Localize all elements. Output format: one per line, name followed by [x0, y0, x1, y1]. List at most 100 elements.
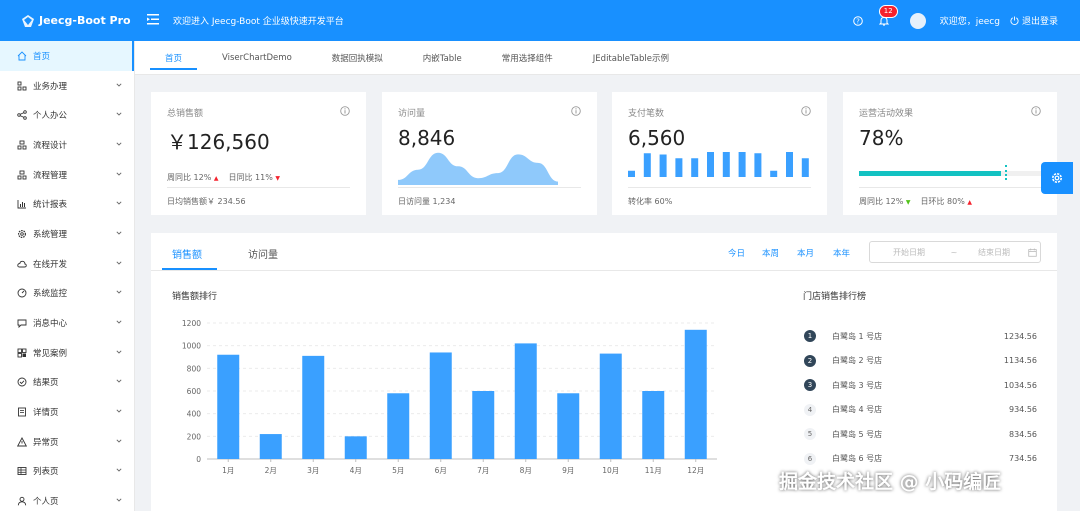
rank-store-value: 1134.56 [1003, 356, 1037, 365]
rank-number: 1 [804, 330, 816, 342]
sidebar-item-0[interactable]: 首页 [0, 41, 134, 71]
page-tab-4[interactable]: 常用选择组件 [487, 41, 568, 75]
progress-fill [859, 171, 1001, 176]
payments-title: 支付笔数 [628, 109, 665, 119]
x-tick-label: 3月 [307, 466, 319, 475]
user-greeting[interactable]: 欢迎您，jeecg [940, 14, 1000, 27]
rank-title: 门店销售排行榜 [803, 292, 867, 302]
sidebar-item-14[interactable]: 列表页 [0, 457, 134, 487]
page-tab-1[interactable]: ViserChartDemo [207, 41, 307, 75]
payment-bar [722, 152, 730, 177]
x-tick-label: 4月 [350, 466, 362, 475]
bar-7月[interactable] [472, 391, 495, 459]
avatar[interactable] [909, 12, 926, 29]
sidebar-item-10[interactable]: 常见案例 [0, 338, 134, 368]
chevron-down-icon [116, 229, 122, 239]
sidebar-item-13[interactable]: 异常页 [0, 427, 134, 457]
sidebar-item-3[interactable]: 流程设计 [0, 130, 134, 160]
bar-1月[interactable] [217, 354, 240, 459]
page-tabs: 首页 ViserChartDemo 数据回执模拟 内嵌Table 常用选择组件 JEdit… [135, 41, 1080, 75]
rank-store-value: 1034.56 [1003, 380, 1037, 390]
sidebar-item-15[interactable]: 个人页 [0, 486, 134, 511]
caret-down-icon: ▼ [275, 175, 280, 182]
bar-3月[interactable] [302, 355, 325, 459]
range-month[interactable]: 本月 [797, 247, 814, 259]
bar-6月[interactable] [429, 352, 452, 459]
logout-button[interactable]: 退出登录 [1010, 14, 1058, 27]
sidebar-item-6[interactable]: 系统管理 [0, 219, 134, 249]
logo-icon [22, 14, 34, 27]
sales-title: 总销售额 [167, 109, 204, 119]
bell-icon[interactable]: 12 [876, 4, 898, 29]
week-compare-label: 周同比 [859, 197, 883, 206]
start-date-input[interactable]: 开始日期 [874, 247, 944, 258]
sidebar-item-4[interactable]: 流程管理 [0, 160, 134, 190]
bar-4月[interactable] [344, 436, 367, 459]
page-tab-2[interactable]: 数据回执模拟 [317, 41, 398, 75]
range-year[interactable]: 本年 [833, 247, 850, 259]
flow-icon [17, 140, 27, 150]
rank-item: 2 白鹭岛 2 号店 1134.56 [804, 354, 1037, 368]
sidebar-item-5[interactable]: 统计报表 [0, 189, 134, 219]
rank-number: 2 [804, 354, 816, 367]
sales-footer: 日均销售额￥ 234.56 [167, 197, 246, 206]
welcome-text: 欢迎进入 Jeecg-Boot 企业级快速开发平台 [173, 17, 344, 27]
y-tick-label: 400 [187, 410, 202, 419]
x-tick-label: 2月 [265, 466, 277, 475]
sidebar-item-11[interactable]: 结果页 [0, 368, 134, 398]
calendar-icon [1028, 248, 1037, 257]
divider [859, 187, 1041, 188]
bar-12月[interactable] [684, 329, 707, 459]
info-icon[interactable] [571, 106, 581, 116]
chevron-down-icon [116, 437, 122, 447]
range-today[interactable]: 今日 [728, 247, 745, 259]
sidebar-item-9[interactable]: 消息中心 [0, 308, 134, 338]
x-tick-label: 11月 [645, 466, 662, 475]
sidebar-item-label: 结果页 [33, 378, 59, 389]
sidebar-item-2[interactable]: 个人办公 [0, 100, 134, 130]
info-icon[interactable] [1031, 106, 1041, 116]
sidebar-item-12[interactable]: 详情页 [0, 397, 134, 427]
logo[interactable]: Jeecg-Boot Pro [0, 0, 135, 41]
tab-visits[interactable]: 访问量 [248, 246, 278, 261]
tab-sales[interactable]: 销售额 [172, 246, 202, 261]
svg-text:?: ? [856, 17, 860, 25]
bar-2月[interactable] [259, 434, 282, 459]
bar-8月[interactable] [514, 343, 537, 459]
date-range-picker[interactable]: 开始日期 ~ 结束日期 [869, 241, 1041, 263]
sidebar-item-7[interactable]: 在线开发 [0, 249, 134, 279]
bar-10月[interactable] [599, 353, 622, 459]
sales-card: 总销售额 ￥126,560 周同比 12% ▲ 日同比 11% ▼ 日均销售额￥… [151, 92, 366, 215]
end-date-input[interactable]: 结束日期 [964, 247, 1024, 258]
info-icon[interactable] [801, 106, 811, 116]
date-separator: ~ [950, 247, 958, 257]
logout-icon [1010, 16, 1019, 25]
page-tab-0[interactable]: 首页 [150, 41, 198, 75]
page-tab-5[interactable]: JEditableTable示例 [578, 41, 684, 75]
menu-fold-icon[interactable] [147, 13, 159, 28]
caret-up-icon: ▲ [213, 175, 219, 182]
divider [398, 187, 581, 188]
help-icon[interactable]: ? [850, 13, 866, 29]
notice-badge: 12 [878, 4, 898, 18]
bar-5月[interactable] [387, 393, 410, 459]
chevron-down-icon [116, 199, 122, 209]
range-week[interactable]: 本周 [762, 247, 779, 259]
rank-number: 6 [804, 452, 816, 465]
settings-drawer-button[interactable] [1041, 162, 1073, 194]
rank-number: 3 [804, 379, 816, 391]
gear-icon [1052, 173, 1062, 183]
bar-11月[interactable] [642, 391, 665, 459]
sidebar-item-8[interactable]: 系统监控 [0, 279, 134, 309]
message-icon [17, 318, 27, 329]
sidebar-item-label: 流程管理 [33, 170, 68, 181]
day-compare-value: 11% [255, 173, 273, 182]
page-tab-3[interactable]: 内嵌Table [408, 41, 477, 75]
info-icon[interactable] [340, 106, 350, 116]
tab-ink-bar [162, 268, 217, 270]
bar-9月[interactable] [557, 393, 580, 459]
week-compare-value: 12% [193, 173, 212, 182]
payment-bar [675, 158, 683, 177]
sidebar-item-1[interactable]: 业务办理 [0, 71, 134, 101]
payments-bar-chart [628, 152, 809, 177]
